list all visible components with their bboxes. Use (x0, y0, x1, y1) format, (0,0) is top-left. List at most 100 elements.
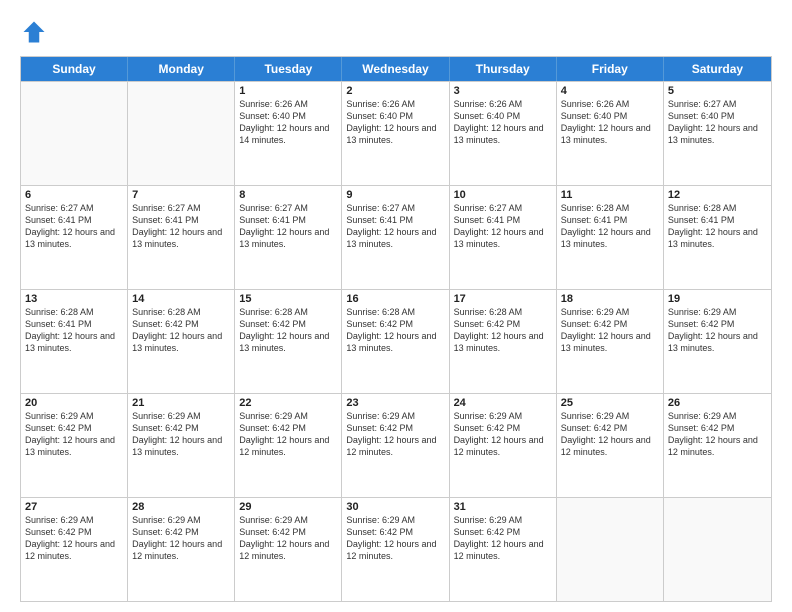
calendar-cell: 19Sunrise: 6:29 AMSunset: 6:42 PMDayligh… (664, 290, 771, 393)
page: SundayMondayTuesdayWednesdayThursdayFrid… (0, 0, 792, 612)
day-info: Sunrise: 6:29 AMSunset: 6:42 PMDaylight:… (25, 410, 123, 459)
day-info: Sunrise: 6:26 AMSunset: 6:40 PMDaylight:… (561, 98, 659, 147)
day-number: 30 (346, 501, 444, 513)
day-info: Sunrise: 6:29 AMSunset: 6:42 PMDaylight:… (239, 410, 337, 459)
day-number: 29 (239, 501, 337, 513)
day-info: Sunrise: 6:29 AMSunset: 6:42 PMDaylight:… (132, 410, 230, 459)
day-info: Sunrise: 6:27 AMSunset: 6:41 PMDaylight:… (25, 202, 123, 251)
calendar-row: 13Sunrise: 6:28 AMSunset: 6:41 PMDayligh… (21, 289, 771, 393)
calendar-header-cell: Sunday (21, 57, 128, 81)
day-number: 25 (561, 397, 659, 409)
day-info: Sunrise: 6:27 AMSunset: 6:41 PMDaylight:… (346, 202, 444, 251)
day-number: 31 (454, 501, 552, 513)
calendar-cell: 15Sunrise: 6:28 AMSunset: 6:42 PMDayligh… (235, 290, 342, 393)
day-info: Sunrise: 6:26 AMSunset: 6:40 PMDaylight:… (239, 98, 337, 147)
day-info: Sunrise: 6:27 AMSunset: 6:41 PMDaylight:… (132, 202, 230, 251)
calendar-header-cell: Monday (128, 57, 235, 81)
day-number: 7 (132, 189, 230, 201)
calendar-cell: 30Sunrise: 6:29 AMSunset: 6:42 PMDayligh… (342, 498, 449, 601)
calendar-header-cell: Wednesday (342, 57, 449, 81)
logo-icon (20, 18, 48, 46)
calendar-row: 20Sunrise: 6:29 AMSunset: 6:42 PMDayligh… (21, 393, 771, 497)
calendar-cell: 17Sunrise: 6:28 AMSunset: 6:42 PMDayligh… (450, 290, 557, 393)
calendar-cell: 25Sunrise: 6:29 AMSunset: 6:42 PMDayligh… (557, 394, 664, 497)
calendar-cell (21, 82, 128, 185)
day-number: 26 (668, 397, 767, 409)
calendar-row: 6Sunrise: 6:27 AMSunset: 6:41 PMDaylight… (21, 185, 771, 289)
calendar-cell: 7Sunrise: 6:27 AMSunset: 6:41 PMDaylight… (128, 186, 235, 289)
calendar-cell (557, 498, 664, 601)
calendar-cell: 5Sunrise: 6:27 AMSunset: 6:40 PMDaylight… (664, 82, 771, 185)
calendar-body: 1Sunrise: 6:26 AMSunset: 6:40 PMDaylight… (21, 81, 771, 601)
calendar-cell: 21Sunrise: 6:29 AMSunset: 6:42 PMDayligh… (128, 394, 235, 497)
calendar-cell: 22Sunrise: 6:29 AMSunset: 6:42 PMDayligh… (235, 394, 342, 497)
day-info: Sunrise: 6:29 AMSunset: 6:42 PMDaylight:… (454, 514, 552, 563)
calendar-cell: 12Sunrise: 6:28 AMSunset: 6:41 PMDayligh… (664, 186, 771, 289)
calendar-cell: 31Sunrise: 6:29 AMSunset: 6:42 PMDayligh… (450, 498, 557, 601)
day-number: 28 (132, 501, 230, 513)
calendar-cell: 8Sunrise: 6:27 AMSunset: 6:41 PMDaylight… (235, 186, 342, 289)
day-info: Sunrise: 6:29 AMSunset: 6:42 PMDaylight:… (668, 306, 767, 355)
calendar-cell: 1Sunrise: 6:26 AMSunset: 6:40 PMDaylight… (235, 82, 342, 185)
calendar-cell: 9Sunrise: 6:27 AMSunset: 6:41 PMDaylight… (342, 186, 449, 289)
day-info: Sunrise: 6:29 AMSunset: 6:42 PMDaylight:… (668, 410, 767, 459)
calendar-cell: 14Sunrise: 6:28 AMSunset: 6:42 PMDayligh… (128, 290, 235, 393)
day-number: 12 (668, 189, 767, 201)
day-number: 11 (561, 189, 659, 201)
day-info: Sunrise: 6:29 AMSunset: 6:42 PMDaylight:… (239, 514, 337, 563)
day-number: 16 (346, 293, 444, 305)
calendar-header-row: SundayMondayTuesdayWednesdayThursdayFrid… (21, 57, 771, 81)
day-number: 18 (561, 293, 659, 305)
calendar-cell: 2Sunrise: 6:26 AMSunset: 6:40 PMDaylight… (342, 82, 449, 185)
calendar-cell: 20Sunrise: 6:29 AMSunset: 6:42 PMDayligh… (21, 394, 128, 497)
calendar-header-cell: Tuesday (235, 57, 342, 81)
day-info: Sunrise: 6:29 AMSunset: 6:42 PMDaylight:… (561, 410, 659, 459)
day-info: Sunrise: 6:28 AMSunset: 6:41 PMDaylight:… (668, 202, 767, 251)
calendar-cell: 10Sunrise: 6:27 AMSunset: 6:41 PMDayligh… (450, 186, 557, 289)
day-info: Sunrise: 6:28 AMSunset: 6:42 PMDaylight:… (454, 306, 552, 355)
calendar-cell: 28Sunrise: 6:29 AMSunset: 6:42 PMDayligh… (128, 498, 235, 601)
calendar-header-cell: Friday (557, 57, 664, 81)
calendar-cell (128, 82, 235, 185)
calendar: SundayMondayTuesdayWednesdayThursdayFrid… (20, 56, 772, 602)
day-number: 8 (239, 189, 337, 201)
calendar-cell (664, 498, 771, 601)
day-info: Sunrise: 6:29 AMSunset: 6:42 PMDaylight:… (25, 514, 123, 563)
day-number: 10 (454, 189, 552, 201)
day-info: Sunrise: 6:28 AMSunset: 6:42 PMDaylight:… (346, 306, 444, 355)
day-info: Sunrise: 6:28 AMSunset: 6:42 PMDaylight:… (239, 306, 337, 355)
day-info: Sunrise: 6:28 AMSunset: 6:42 PMDaylight:… (132, 306, 230, 355)
day-info: Sunrise: 6:28 AMSunset: 6:41 PMDaylight:… (25, 306, 123, 355)
calendar-cell: 4Sunrise: 6:26 AMSunset: 6:40 PMDaylight… (557, 82, 664, 185)
day-number: 9 (346, 189, 444, 201)
day-number: 15 (239, 293, 337, 305)
day-info: Sunrise: 6:28 AMSunset: 6:41 PMDaylight:… (561, 202, 659, 251)
day-number: 1 (239, 85, 337, 97)
calendar-header-cell: Saturday (664, 57, 771, 81)
calendar-header-cell: Thursday (450, 57, 557, 81)
day-info: Sunrise: 6:29 AMSunset: 6:42 PMDaylight:… (561, 306, 659, 355)
day-info: Sunrise: 6:29 AMSunset: 6:42 PMDaylight:… (132, 514, 230, 563)
calendar-cell: 13Sunrise: 6:28 AMSunset: 6:41 PMDayligh… (21, 290, 128, 393)
day-number: 22 (239, 397, 337, 409)
day-info: Sunrise: 6:27 AMSunset: 6:40 PMDaylight:… (668, 98, 767, 147)
calendar-cell: 29Sunrise: 6:29 AMSunset: 6:42 PMDayligh… (235, 498, 342, 601)
calendar-cell: 11Sunrise: 6:28 AMSunset: 6:41 PMDayligh… (557, 186, 664, 289)
day-number: 2 (346, 85, 444, 97)
day-info: Sunrise: 6:26 AMSunset: 6:40 PMDaylight:… (346, 98, 444, 147)
day-number: 21 (132, 397, 230, 409)
day-number: 4 (561, 85, 659, 97)
day-number: 14 (132, 293, 230, 305)
day-number: 5 (668, 85, 767, 97)
day-info: Sunrise: 6:27 AMSunset: 6:41 PMDaylight:… (239, 202, 337, 251)
logo (20, 18, 52, 46)
header (20, 18, 772, 46)
calendar-cell: 27Sunrise: 6:29 AMSunset: 6:42 PMDayligh… (21, 498, 128, 601)
calendar-cell: 16Sunrise: 6:28 AMSunset: 6:42 PMDayligh… (342, 290, 449, 393)
day-info: Sunrise: 6:29 AMSunset: 6:42 PMDaylight:… (454, 410, 552, 459)
day-number: 17 (454, 293, 552, 305)
calendar-cell: 26Sunrise: 6:29 AMSunset: 6:42 PMDayligh… (664, 394, 771, 497)
day-number: 19 (668, 293, 767, 305)
calendar-cell: 6Sunrise: 6:27 AMSunset: 6:41 PMDaylight… (21, 186, 128, 289)
calendar-row: 27Sunrise: 6:29 AMSunset: 6:42 PMDayligh… (21, 497, 771, 601)
